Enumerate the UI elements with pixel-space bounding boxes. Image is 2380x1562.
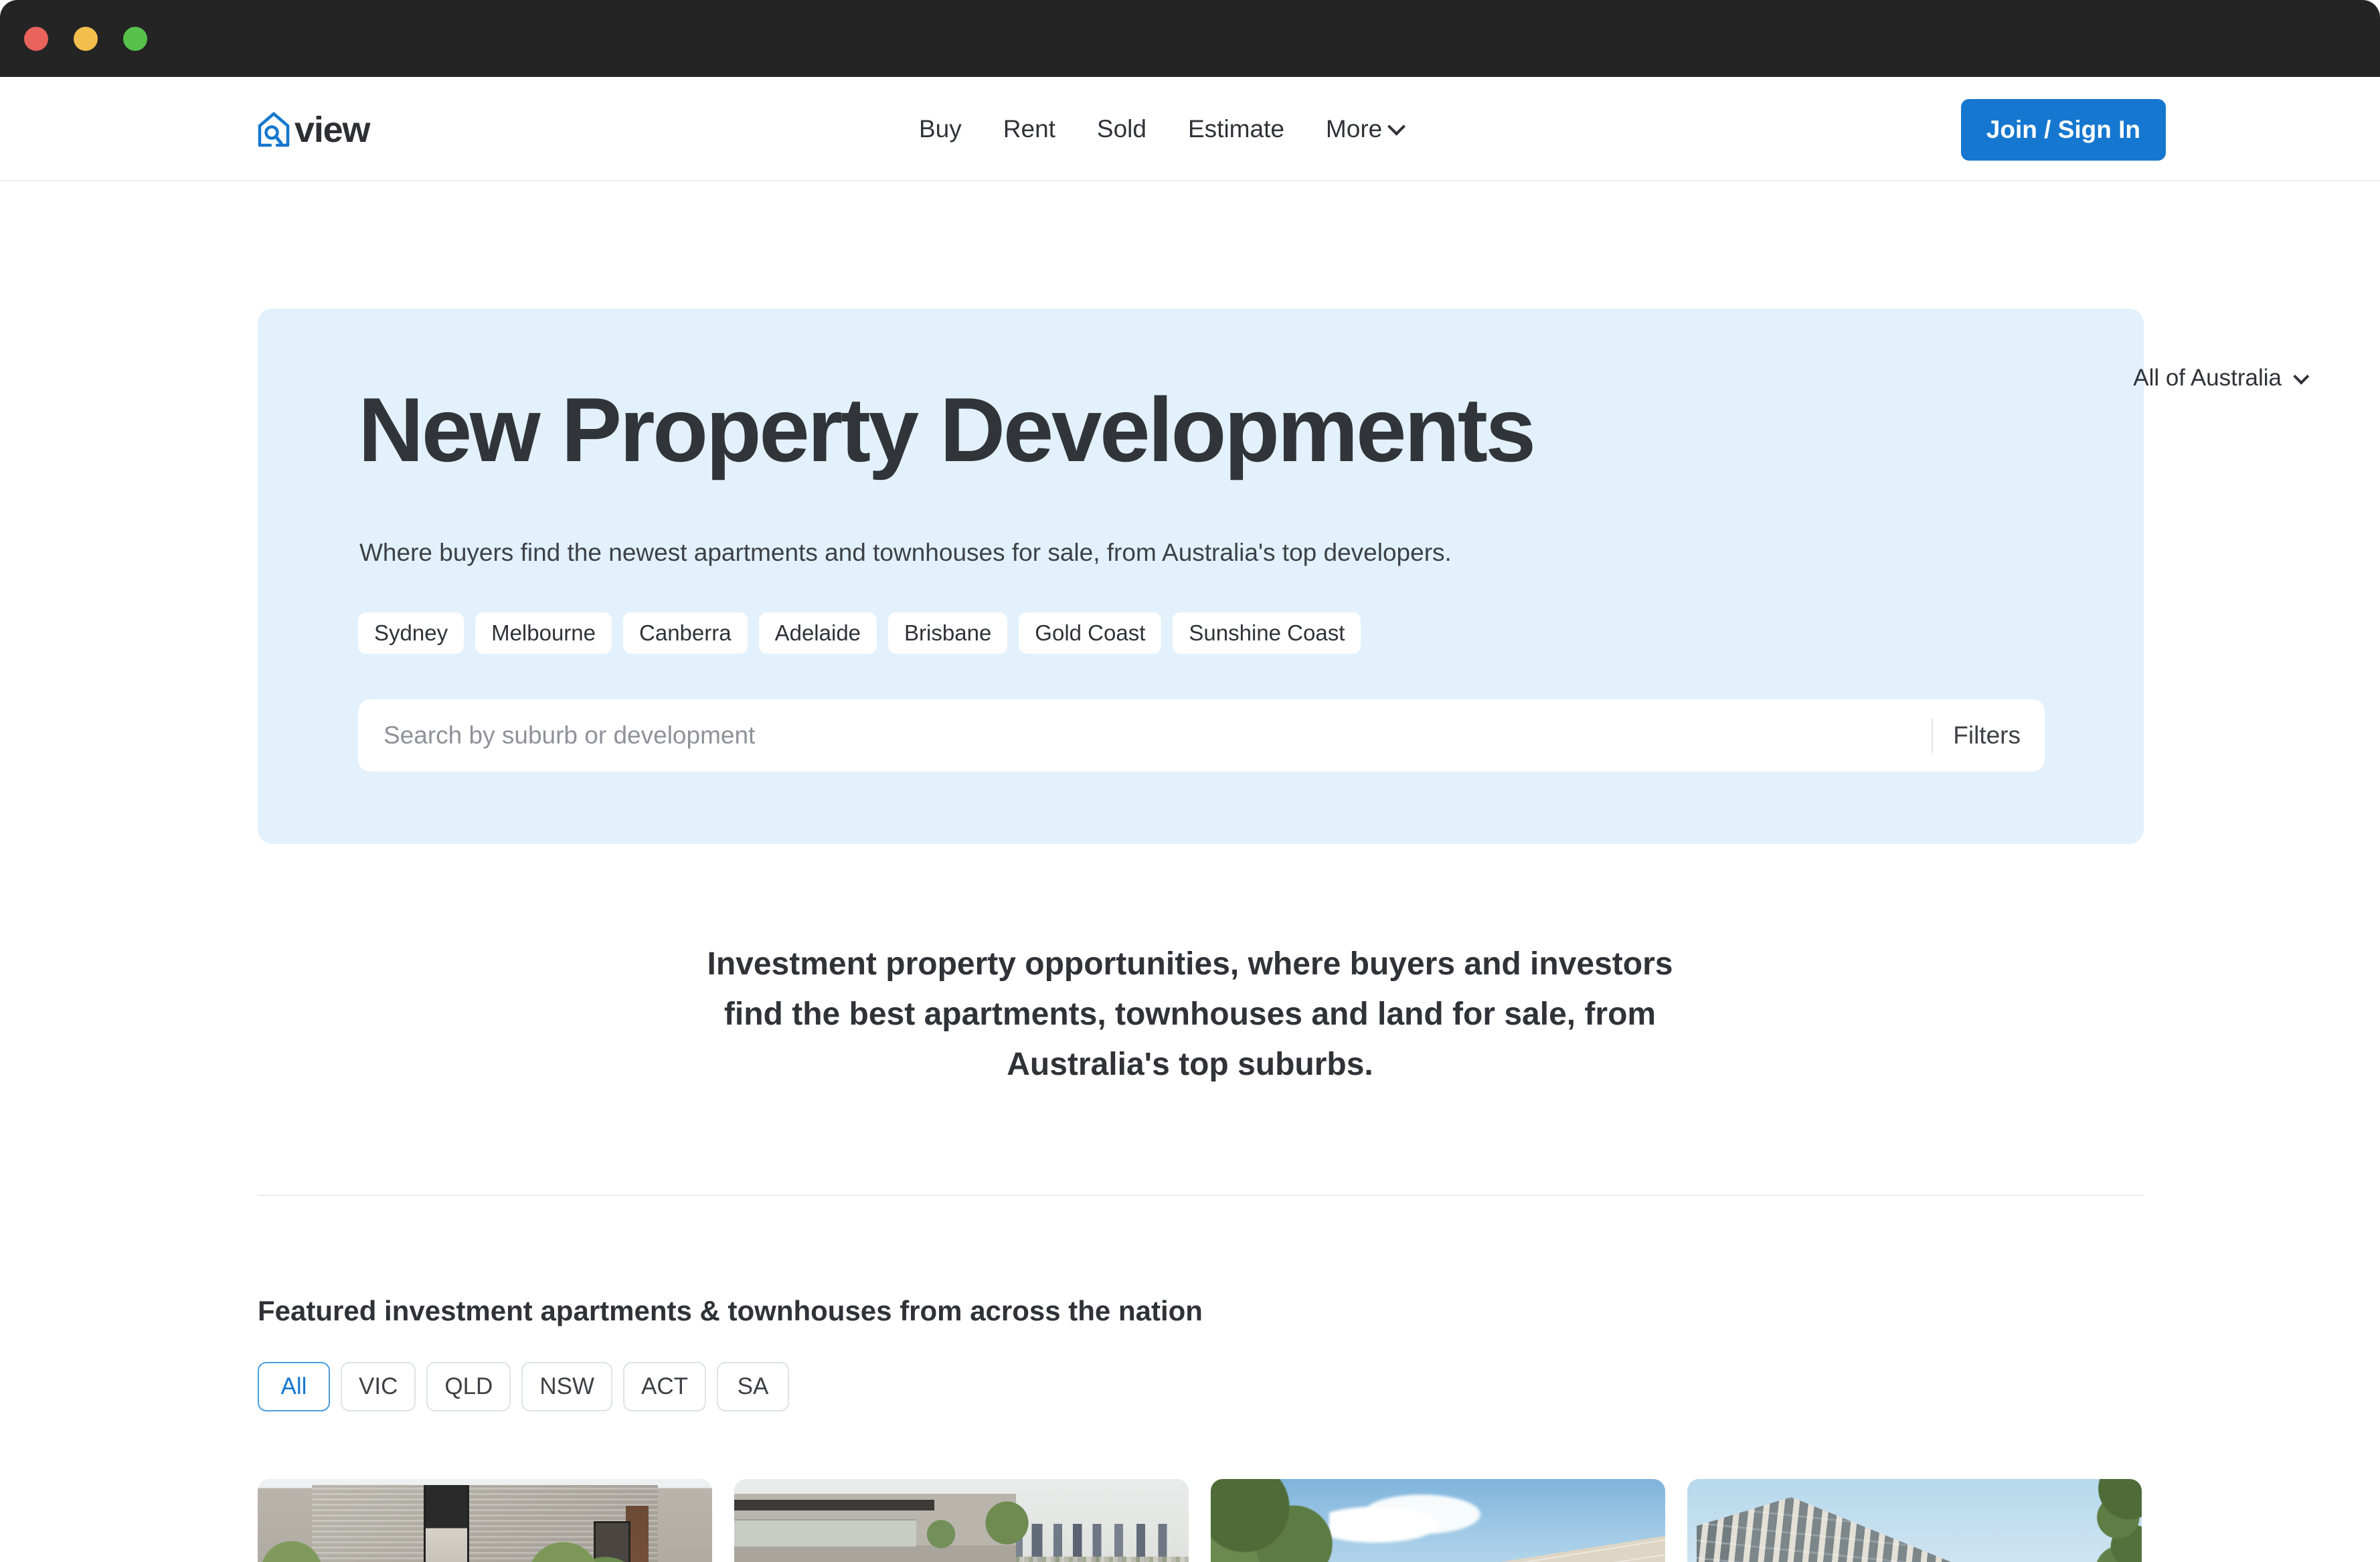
browser-title-bar (0, 0, 2380, 77)
property-card[interactable] (258, 1479, 712, 1562)
join-sign-in-button[interactable]: Join / Sign In (1960, 99, 2166, 161)
state-tab-nsw[interactable]: NSW (521, 1362, 612, 1411)
state-tab-all[interactable]: All (258, 1362, 330, 1411)
city-chip-canberra[interactable]: Canberra (623, 612, 748, 654)
region-selector-label: All of Australia (2133, 365, 2282, 391)
state-tab-sa[interactable]: SA (716, 1362, 789, 1411)
hero-subtitle: Where buyers find the newest apartments … (359, 539, 1452, 566)
city-chip-melbourne[interactable]: Melbourne (475, 612, 612, 654)
chevron-down-icon (2293, 368, 2310, 385)
nav-item-estimate[interactable]: Estimate (1167, 115, 1305, 143)
chevron-down-icon (1387, 117, 1406, 136)
intro-line-3: Australia's top suburbs. (1007, 1047, 1373, 1082)
section-divider (258, 1195, 2144, 1196)
nav-label-buy: Buy (919, 115, 962, 143)
property-card-image (1687, 1479, 2142, 1562)
property-card[interactable] (1687, 1479, 2142, 1562)
city-chip-gold-coast[interactable]: Gold Coast (1019, 612, 1162, 654)
city-chip-brisbane[interactable]: Brisbane (888, 612, 1008, 654)
site-logo[interactable]: view (257, 110, 370, 150)
intro-paragraph: Investment property opportunities, where… (588, 939, 1792, 1090)
filters-button[interactable]: Filters (1953, 721, 2021, 750)
state-tab-qld[interactable]: QLD (426, 1362, 511, 1411)
nav-item-buy[interactable]: Buy (898, 115, 983, 143)
intro-line-1: Investment property opportunities, where… (707, 946, 1673, 982)
property-card[interactable] (734, 1479, 1189, 1562)
search-divider (1932, 718, 1934, 753)
page-viewport: view Buy Rent Sold Estimate More Join / … (0, 77, 2380, 1562)
state-tab-act[interactable]: ACT (622, 1362, 706, 1411)
traffic-lights (24, 26, 147, 51)
close-window-button[interactable] (24, 26, 48, 51)
search-bar: Filters (358, 699, 2045, 772)
logo-wordmark: view (294, 110, 370, 150)
main-navigation: Buy Rent Sold Estimate More (898, 77, 1424, 181)
property-card[interactable] (1211, 1479, 1665, 1562)
property-card-list (258, 1479, 2142, 1562)
nav-label-estimate: Estimate (1187, 115, 1284, 143)
city-chip-list: Sydney Melbourne Canberra Adelaide Brisb… (358, 612, 1361, 654)
city-chip-adelaide[interactable]: Adelaide (758, 612, 877, 654)
nav-label-more: More (1325, 115, 1383, 143)
city-chip-sunshine-coast[interactable]: Sunshine Coast (1173, 612, 1361, 654)
minimize-window-button[interactable] (74, 26, 98, 51)
search-input[interactable] (384, 699, 1932, 772)
intro-line-2: find the best apartments, townhouses and… (724, 996, 1656, 1032)
site-header: view Buy Rent Sold Estimate More Join / … (0, 77, 2380, 181)
state-tab-vic[interactable]: VIC (341, 1362, 416, 1411)
house-search-logo-icon (258, 112, 290, 147)
page-title: New Property Developments (358, 379, 1536, 481)
state-filter-tabs: All VIC QLD NSW ACT SA (258, 1362, 789, 1411)
region-selector[interactable]: All of Australia (2133, 365, 2310, 392)
nav-item-more[interactable]: More (1305, 115, 1424, 143)
city-chip-sydney[interactable]: Sydney (358, 612, 464, 654)
property-card-image (1211, 1479, 1665, 1562)
nav-label-sold: Sold (1096, 115, 1146, 143)
property-card-image (258, 1479, 712, 1562)
featured-heading: Featured investment apartments & townhou… (258, 1295, 1203, 1326)
maximize-window-button[interactable] (123, 26, 147, 51)
property-card-image (734, 1479, 1189, 1562)
nav-item-rent[interactable]: Rent (983, 115, 1076, 143)
nav-item-sold[interactable]: Sold (1076, 115, 1167, 143)
nav-label-rent: Rent (1003, 115, 1055, 143)
